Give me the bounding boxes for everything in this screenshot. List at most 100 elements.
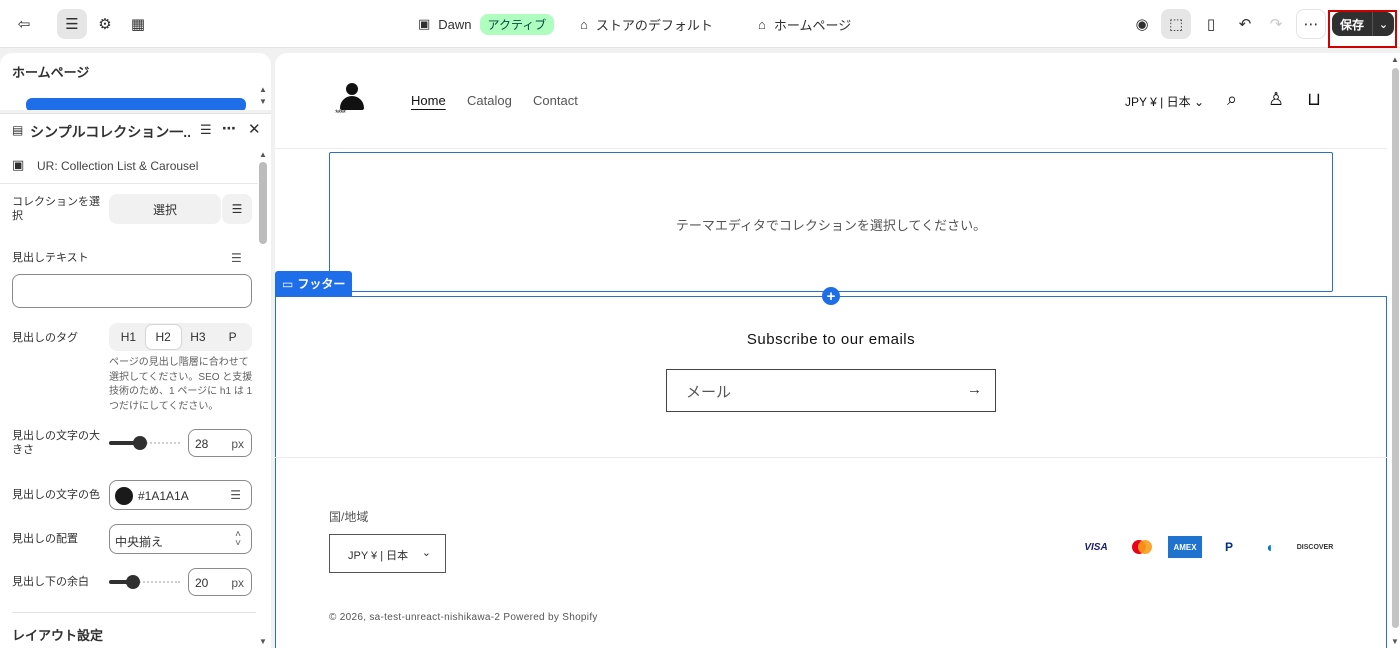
heading-tag-help: ページの見出し階層に合わせて選択してください。SEO と支援技術のため、1 ペー… [109,357,253,412]
footer-section[interactable] [275,296,1387,648]
theme-selector[interactable]: ▣ Dawn アクティブ [418,0,555,48]
email-field[interactable]: メール → [666,369,996,412]
store-logo[interactable]: **** [335,83,369,119]
heading-dynamic-source-icon[interactable]: ☰ [231,251,242,265]
undo-icon[interactable]: ↶ [1230,9,1260,39]
add-section-plus-icon[interactable]: + [822,287,840,305]
more-actions-icon[interactable]: ⋯ [1296,9,1326,39]
nav-home[interactable]: Home [411,93,446,108]
scroll-up-icon[interactable]: ▲ [259,85,267,94]
redo-icon[interactable]: ↷ [1261,9,1291,39]
theme-layout-icon: ▣ [418,16,431,31]
store-default-selector[interactable]: ⌂ ストアのデフォルト [580,0,713,48]
app-icon: ▣ [12,157,25,172]
account-icon[interactable]: ♙ [1268,89,1284,110]
footer-section-tag[interactable]: ▭ フッター [275,271,353,296]
close-icon[interactable]: ✕ [248,120,261,138]
heading-text-input[interactable] [12,274,252,308]
country-selector[interactable]: JPY ¥ | 日本 ⌄ [329,534,446,573]
page-template-label: ホームページ [773,17,852,33]
preview-scroll-up-icon[interactable]: ▲ [1391,55,1399,64]
diners-icon: ◐ [1266,539,1276,555]
preview-scrollbar[interactable] [1392,68,1399,628]
font-size-input[interactable]: 28 px [188,429,252,457]
block-header: ▤ シンプルコレクション一... ☰ ⋯ ✕ [0,114,271,146]
sections-icon[interactable]: ☰ [57,9,87,39]
country-value: JPY ¥ | 日本 [348,550,409,562]
panel-scroll-up-icon[interactable]: ▲ [259,150,267,159]
heading-tag-label: 見出しのタグ [12,332,78,344]
tag-h1-option[interactable]: H1 [111,325,146,349]
heading-color-label: 見出しの文字の色 [12,489,100,501]
selected-section-row[interactable] [26,98,246,110]
font-size-unit: px [231,437,244,451]
mastercard-icon [1127,536,1157,558]
chevron-down-icon: ⌄ [421,547,431,559]
block-settings-panel: ▤ シンプルコレクション一... ☰ ⋯ ✕ ▣ UR: Collection … [0,113,271,648]
footer-icon: ▭ [282,276,294,291]
panel-scroll-down-icon[interactable]: ▼ [259,637,267,646]
store-default-label: ストアのデフォルト [595,17,713,33]
app-block-name: UR: Collection List & Carousel [37,159,199,173]
heading-align-select[interactable]: 中央揃え ˄ ˅ [109,524,252,554]
tag-p-option[interactable]: P [215,325,250,349]
arrow-right-icon[interactable]: → [967,381,982,398]
country-label: 国/地域 [329,510,369,524]
select-cursor-icon[interactable]: ⬚ [1161,9,1191,39]
footer-tag-label: フッター [297,277,346,291]
color-swatch[interactable] [115,487,133,505]
color-value: #1A1A1A [138,489,189,503]
save-button[interactable]: 保存 ⌄ [1332,12,1394,36]
editor-topbar: ⇦ ☰ ⚙ ▦ ▣ Dawn アクティブ ⌂ ストアのデフォルト ⌂ ホームペー… [0,0,1400,48]
margin-unit: px [231,576,244,590]
tag-h2-option[interactable]: H2 [145,325,181,349]
currency-value: JPY ¥ | 日本 [1125,95,1191,109]
page-title: ホームページ [12,65,90,80]
page-template-selector[interactable]: ⌂ ホームページ [758,0,851,48]
search-icon[interactable]: ⌕ [1227,89,1237,110]
heading-tag-selector: H1 H2 H3 P [109,323,252,351]
theme-status-badge: アクティブ [479,13,555,35]
color-dynamic-source-icon[interactable]: ☰ [230,488,241,502]
font-size-slider[interactable] [109,436,180,450]
tag-h3-option[interactable]: H3 [181,325,216,349]
chevron-down-icon: ⌄ [1193,95,1204,109]
heading-align-label: 見出しの配置 [12,533,78,545]
nav-contact[interactable]: Contact [533,93,578,108]
block-title: シンプルコレクション一... [30,124,190,140]
database-icon[interactable]: ☰ [200,122,212,138]
copyright-text: © 2026, sa-test-unreact-nishikawa-2 Powe… [329,612,598,623]
chevron-down-icon[interactable]: ⌄ [1373,18,1394,31]
font-size-slider-knob[interactable] [133,436,147,450]
mobile-preview-icon[interactable]: ▯ [1196,9,1226,39]
collection-section[interactable]: テーマエディタでコレクションを選択してください。 [329,152,1333,292]
scroll-down-icon[interactable]: ▼ [259,97,267,106]
theme-settings-gear-icon[interactable]: ⚙ [90,9,120,39]
theme-name: Dawn [438,16,472,32]
home-icon: ⌂ [758,16,766,32]
inspector-icon[interactable]: ◉ [1127,9,1157,39]
select-chevron-icon: ˄ ˅ [235,529,241,549]
panel-scrollbar[interactable] [259,162,267,244]
collection-label: コレクションを選択 [12,196,100,222]
dynamic-source-icon[interactable]: ☰ [222,194,252,224]
heading-margin-label: 見出し下の余白 [12,576,89,588]
nav-catalog[interactable]: Catalog [467,93,512,108]
more-icon[interactable]: ⋯ [222,120,236,137]
store-icon: ⌂ [580,16,588,32]
select-collection-button[interactable]: 選択 [109,194,221,224]
currency-selector[interactable]: JPY ¥ | 日本 ⌄ [1125,93,1204,110]
apps-icon[interactable]: ▦ [123,9,153,39]
font-size-label: 見出しの文字の大きさ [12,430,100,456]
exit-icon[interactable]: ⇦ [9,9,39,39]
collection-placeholder: テーマエディタでコレクションを選択してください。 [675,218,987,233]
heading-color-input[interactable]: #1A1A1A ☰ [109,480,252,510]
app-block-source: ▣ UR: Collection List & Carousel [0,148,258,184]
cart-icon[interactable]: ⊔ [1307,89,1321,110]
storefront-preview: **** Home Catalog Contact JPY ¥ | 日本 ⌄ ⌕… [275,53,1400,648]
heading-margin-slider-knob[interactable] [126,575,140,589]
paypal-icon: P [1224,540,1233,554]
heading-margin-slider[interactable] [109,575,180,589]
preview-scroll-down-icon[interactable]: ▼ [1391,637,1399,646]
heading-margin-input[interactable]: 20 px [188,568,252,596]
